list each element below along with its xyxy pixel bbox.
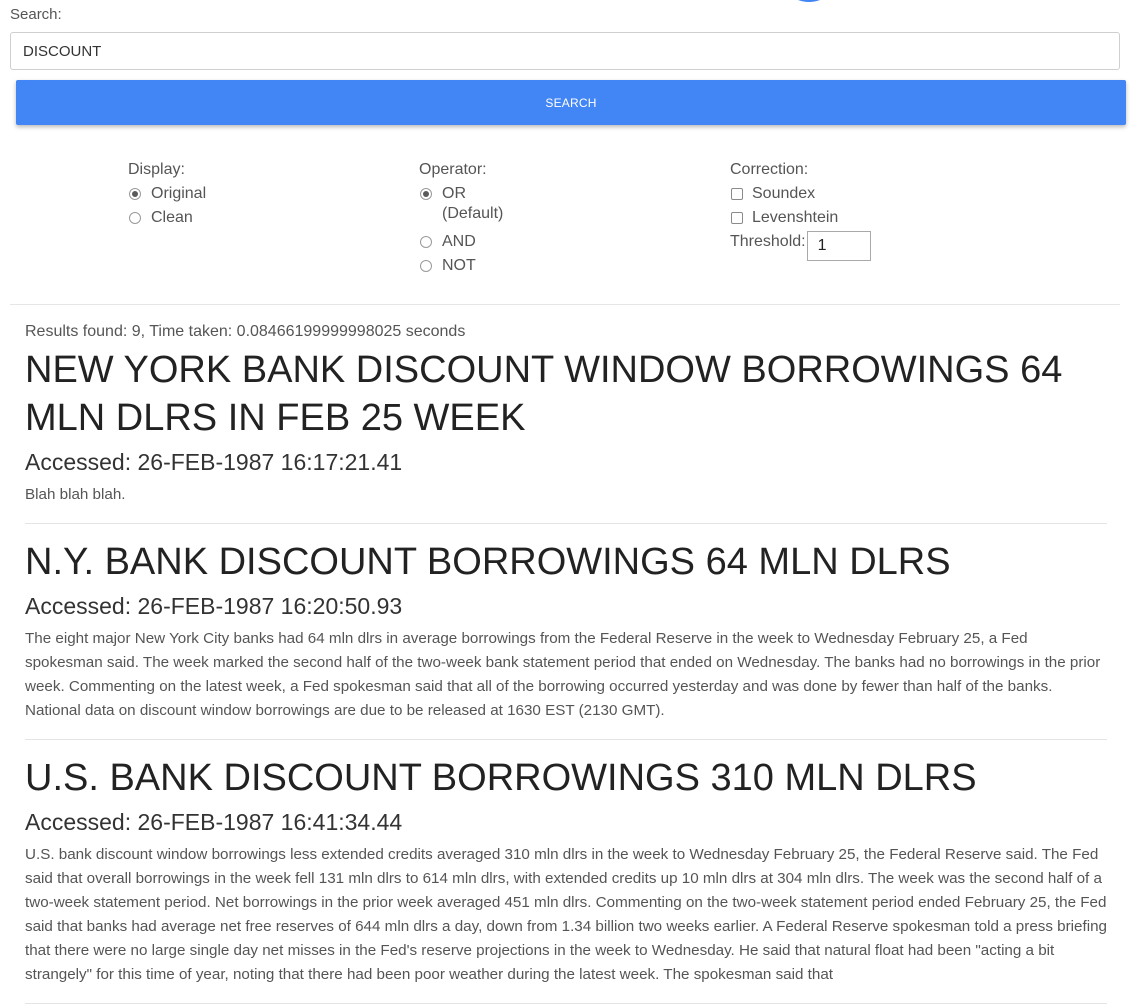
result-body: The eight major New York City banks had …: [25, 630, 1101, 719]
display-option-label: Clean: [151, 209, 193, 226]
display-option-clean[interactable]: Clean: [128, 208, 348, 232]
correction-option-soundex[interactable]: Soundex: [730, 184, 1030, 208]
checkbox-icon[interactable]: [731, 188, 743, 200]
display-option-original[interactable]: Original: [128, 184, 348, 208]
result-accessed: Accessed: 26-FEB-1987 16:17:21.41: [25, 449, 403, 475]
result-item: U.S. BANK DISCOUNT BORROWINGS 310 MLN DL…: [25, 754, 1107, 1004]
operator-option-and[interactable]: AND: [419, 232, 639, 256]
result-body: U.S. bank discount window borrowings les…: [25, 846, 1107, 983]
operator-option-or[interactable]: OR (Default): [419, 184, 639, 232]
radio-unchecked-icon[interactable]: [420, 260, 432, 272]
result-accessed: Accessed: 26-FEB-1987 16:20:50.93: [25, 593, 403, 619]
result-item: N.Y. BANK DISCOUNT BORROWINGS 64 MLN DLR…: [25, 538, 1107, 740]
result-item: NEW YORK BANK DISCOUNT WINDOW BORROWINGS…: [25, 346, 1107, 524]
operator-option-label: NOT: [442, 257, 476, 274]
search-input[interactable]: [10, 32, 1120, 70]
correction-option-levenshtein[interactable]: Levenshtein: [730, 208, 1030, 232]
result-body: Blah blah blah.: [25, 486, 126, 503]
threshold-label: Threshold:: [730, 233, 806, 250]
operator-options: Operator: OR (Default) AND NOT: [419, 160, 639, 280]
correction-option-label: Levenshtein: [752, 209, 839, 226]
results-list: Results found: 9, Time taken: 0.08466199…: [25, 322, 1107, 1004]
radio-checked-icon[interactable]: [129, 188, 141, 200]
display-option-label: Original: [151, 185, 207, 202]
correction-option-label: Soundex: [752, 185, 816, 202]
correction-options: Correction: Soundex Levenshtein Threshol…: [730, 160, 1030, 264]
result-accessed: Accessed: 26-FEB-1987 16:41:34.44: [25, 809, 403, 835]
logo-arc-icon: [778, 0, 840, 2]
threshold-row: Threshold:: [730, 231, 1030, 264]
radio-checked-icon[interactable]: [420, 188, 432, 200]
display-options: Display: Original Clean: [128, 160, 348, 232]
operator-option-label: OR (Default): [442, 185, 504, 222]
divider: [10, 304, 1120, 305]
result-title[interactable]: N.Y. BANK DISCOUNT BORROWINGS 64 MLN DLR…: [25, 538, 1107, 586]
threshold-input[interactable]: [806, 231, 871, 261]
radio-unchecked-icon[interactable]: [129, 212, 141, 224]
operator-option-label: AND: [442, 233, 476, 250]
correction-title: Correction:: [730, 161, 809, 178]
radio-unchecked-icon[interactable]: [420, 236, 432, 248]
display-title: Display:: [128, 161, 185, 178]
results-summary: Results found: 9, Time taken: 0.08466199…: [25, 323, 466, 340]
search-label: Search:: [10, 6, 62, 23]
operator-option-not[interactable]: NOT: [419, 256, 639, 280]
operator-title: Operator:: [419, 161, 487, 178]
checkbox-icon[interactable]: [731, 212, 743, 224]
result-title[interactable]: U.S. BANK DISCOUNT BORROWINGS 310 MLN DL…: [25, 754, 1107, 802]
result-title[interactable]: NEW YORK BANK DISCOUNT WINDOW BORROWINGS…: [25, 346, 1107, 442]
search-button[interactable]: SEARCH: [16, 80, 1126, 125]
